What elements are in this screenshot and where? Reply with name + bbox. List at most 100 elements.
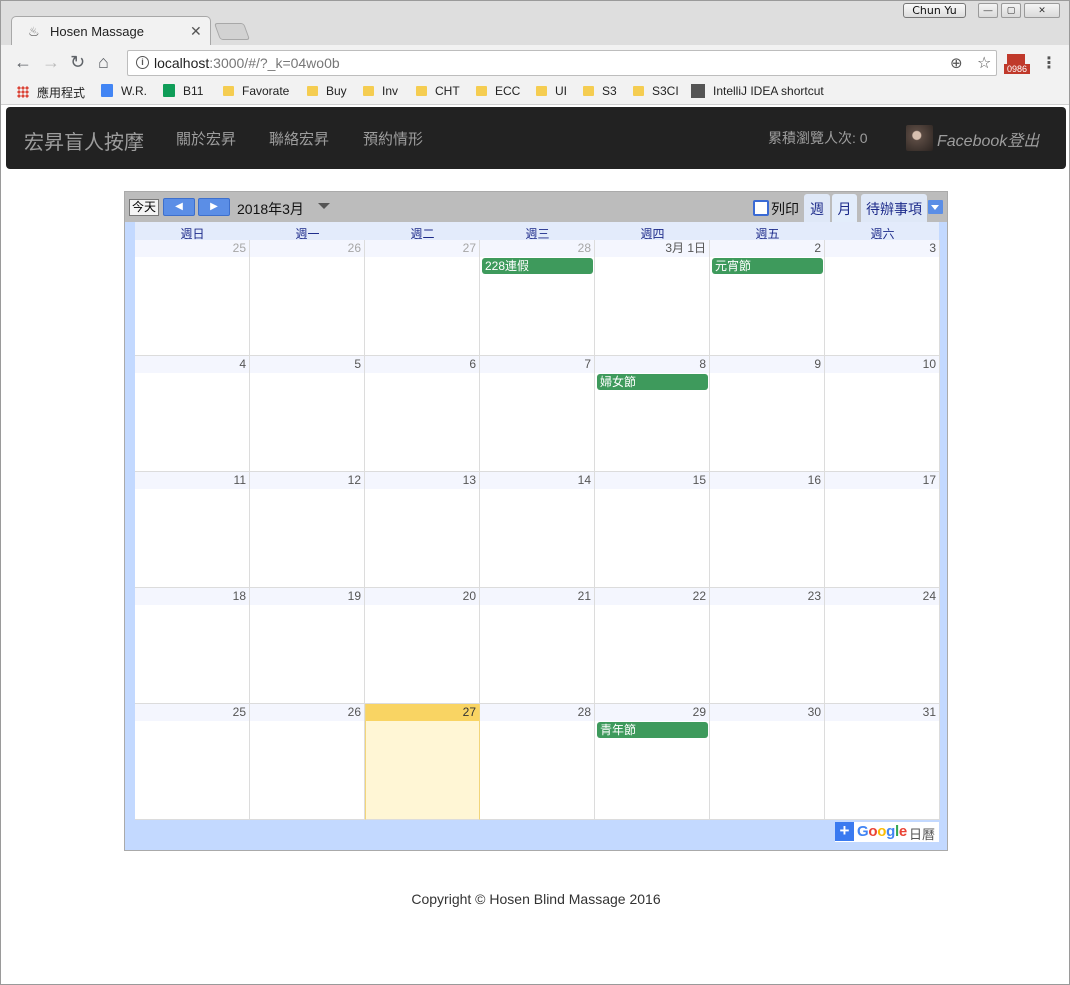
day-number[interactable]: 11	[135, 472, 249, 489]
minimize-icon[interactable]: —	[978, 3, 998, 18]
day-cell[interactable]: 12	[250, 472, 365, 588]
calendar-event[interactable]: 青年節	[597, 722, 708, 738]
day-number[interactable]: 17	[825, 472, 939, 489]
day-number[interactable]: 21	[480, 588, 594, 605]
day-cell[interactable]: 25	[135, 240, 250, 356]
bookmark-inv[interactable]: Inv	[363, 84, 398, 98]
day-number[interactable]: 27	[366, 704, 479, 721]
day-number[interactable]: 23	[710, 588, 824, 605]
info-icon[interactable]: i	[136, 56, 149, 69]
day-cell[interactable]: 23	[710, 588, 825, 704]
current-month-label[interactable]: 2018年3月	[237, 199, 304, 219]
bookmark-ecc[interactable]: ECC	[476, 84, 520, 98]
tab-agenda[interactable]: 待辦事項	[861, 194, 927, 222]
day-cell[interactable]: 31	[825, 704, 940, 820]
day-number[interactable]: 4	[135, 356, 249, 373]
day-cell[interactable]: 25	[135, 704, 250, 820]
day-cell[interactable]: 7	[480, 356, 595, 472]
browser-tab[interactable]: ♨ Hosen Massage ✕	[11, 16, 211, 46]
day-cell[interactable]: 4	[135, 356, 250, 472]
day-cell[interactable]: 20	[365, 588, 480, 704]
add-calendar-plus-icon[interactable]: +	[835, 822, 854, 841]
bookmark-b11[interactable]: B11	[163, 84, 203, 98]
day-cell[interactable]: 24	[825, 588, 940, 704]
day-number[interactable]: 9	[710, 356, 824, 373]
day-number[interactable]: 15	[595, 472, 709, 489]
next-month-button[interactable]: ▶	[198, 198, 230, 216]
google-calendar-badge[interactable]: + Google 日曆	[835, 822, 939, 842]
day-cell[interactable]: 9	[710, 356, 825, 472]
profile-button[interactable]: Chun Yu	[903, 3, 966, 18]
day-cell[interactable]: 16	[710, 472, 825, 588]
printer-icon[interactable]	[753, 200, 769, 216]
tab-close-icon[interactable]: ✕	[190, 23, 202, 40]
back-icon[interactable]: ←	[14, 53, 32, 71]
day-cell[interactable]: 28 228連假	[480, 240, 595, 356]
calendar-event[interactable]: 228連假	[482, 258, 593, 274]
address-bar[interactable]: i localhost:3000/#/?_k=04wo0b ⊕ ☆	[127, 50, 997, 76]
day-cell[interactable]: 5	[250, 356, 365, 472]
day-number[interactable]: 14	[480, 472, 594, 489]
day-number[interactable]: 28	[480, 704, 594, 721]
day-cell[interactable]: 18	[135, 588, 250, 704]
day-number[interactable]: 10	[825, 356, 939, 373]
day-cell[interactable]: 14	[480, 472, 595, 588]
bookmark-s3[interactable]: S3	[583, 84, 617, 98]
day-number[interactable]: 26	[250, 240, 364, 257]
maximize-icon[interactable]: ▢	[1001, 3, 1021, 18]
bookmark-wr[interactable]: W.R.	[101, 84, 147, 98]
day-cell[interactable]: 13	[365, 472, 480, 588]
day-cell[interactable]: 15	[595, 472, 710, 588]
day-number[interactable]: 8	[595, 356, 709, 373]
zoom-icon[interactable]: ⊕	[950, 54, 963, 72]
day-number[interactable]: 2	[710, 240, 824, 257]
day-cell[interactable]: 6	[365, 356, 480, 472]
calendar-event[interactable]: 婦女節	[597, 374, 708, 390]
day-cell[interactable]: 29 青年節	[595, 704, 710, 820]
bookmark-ui[interactable]: UI	[536, 84, 567, 98]
day-cell[interactable]: 28	[480, 704, 595, 820]
day-number[interactable]: 3月 1日	[595, 240, 709, 257]
day-number[interactable]: 19	[250, 588, 364, 605]
day-cell[interactable]: 26	[250, 704, 365, 820]
day-cell[interactable]: 3	[825, 240, 940, 356]
day-number[interactable]: 6	[365, 356, 479, 373]
reload-icon[interactable]: ↻	[70, 53, 85, 71]
day-cell[interactable]: 26	[250, 240, 365, 356]
day-cell[interactable]: 11	[135, 472, 250, 588]
day-number[interactable]: 27	[365, 240, 479, 257]
day-number[interactable]: 25	[135, 704, 249, 721]
day-cell[interactable]: 2 元宵節	[710, 240, 825, 356]
nav-contact[interactable]: 聯絡宏昇	[269, 128, 329, 149]
nav-about[interactable]: 關於宏昇	[176, 128, 236, 149]
day-cell[interactable]: 27	[365, 240, 480, 356]
bookmark-favorate[interactable]: Favorate	[223, 84, 289, 98]
today-button[interactable]: 今天	[129, 199, 159, 216]
nav-booking[interactable]: 預約情形	[363, 128, 423, 149]
home-icon[interactable]: ⌂	[98, 53, 109, 71]
day-number[interactable]: 22	[595, 588, 709, 605]
close-window-icon[interactable]: ✕	[1024, 3, 1060, 18]
day-number[interactable]: 24	[825, 588, 939, 605]
day-number[interactable]: 16	[710, 472, 824, 489]
day-cell[interactable]: 3月 1日	[595, 240, 710, 356]
new-tab-button[interactable]	[213, 23, 251, 40]
calendar-event[interactable]: 元宵節	[712, 258, 823, 274]
day-number[interactable]: 5	[250, 356, 364, 373]
day-number[interactable]: 30	[710, 704, 824, 721]
browser-menu-icon[interactable]: ⋮	[1041, 53, 1057, 73]
bookmark-cht[interactable]: CHT	[416, 84, 460, 98]
day-cell[interactable]: 8 婦女節	[595, 356, 710, 472]
extension-icon[interactable]: 0986	[1004, 54, 1030, 76]
bookmark-s3ci[interactable]: S3CI	[633, 84, 679, 98]
calendar-list-dropdown-icon[interactable]	[928, 200, 943, 214]
tab-week[interactable]: 週	[804, 194, 830, 222]
day-cell[interactable]: 17	[825, 472, 940, 588]
day-cell[interactable]: 30	[710, 704, 825, 820]
forward-icon[interactable]: →	[42, 53, 60, 71]
day-number[interactable]: 29	[595, 704, 709, 721]
day-number[interactable]: 18	[135, 588, 249, 605]
day-number[interactable]: 25	[135, 240, 249, 257]
prev-month-button[interactable]: ◀	[163, 198, 195, 216]
day-number[interactable]: 7	[480, 356, 594, 373]
